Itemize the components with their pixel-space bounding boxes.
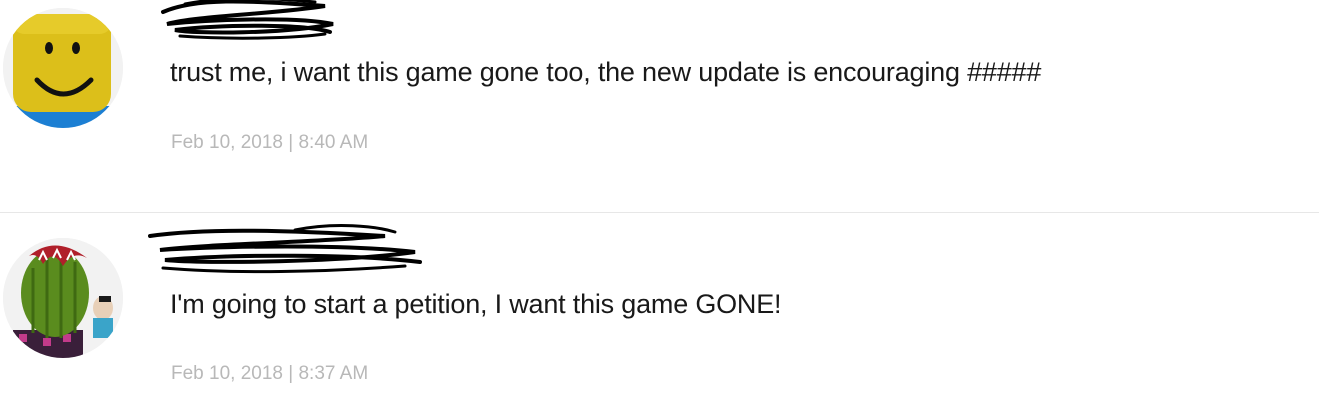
comment-text: trust me, i want this game gone too, the… <box>170 57 1042 87</box>
comment-item: trust me, i want this game gone too, the… <box>0 0 1319 212</box>
comment-item: I'm going to start a petition, I want th… <box>0 213 1319 415</box>
user-avatar[interactable] <box>3 8 123 128</box>
comment-timestamp: Feb 10, 2018 | 8:37 AM <box>171 363 369 384</box>
noob-avatar-icon <box>3 8 123 128</box>
comment-text: I'm going to start a petition, I want th… <box>170 289 782 319</box>
cactus-avatar-icon <box>3 238 123 358</box>
user-avatar[interactable] <box>3 238 123 358</box>
comment-timestamp: Feb 10, 2018 | 8:40 AM <box>171 132 369 153</box>
redaction-scribble <box>161 0 334 40</box>
